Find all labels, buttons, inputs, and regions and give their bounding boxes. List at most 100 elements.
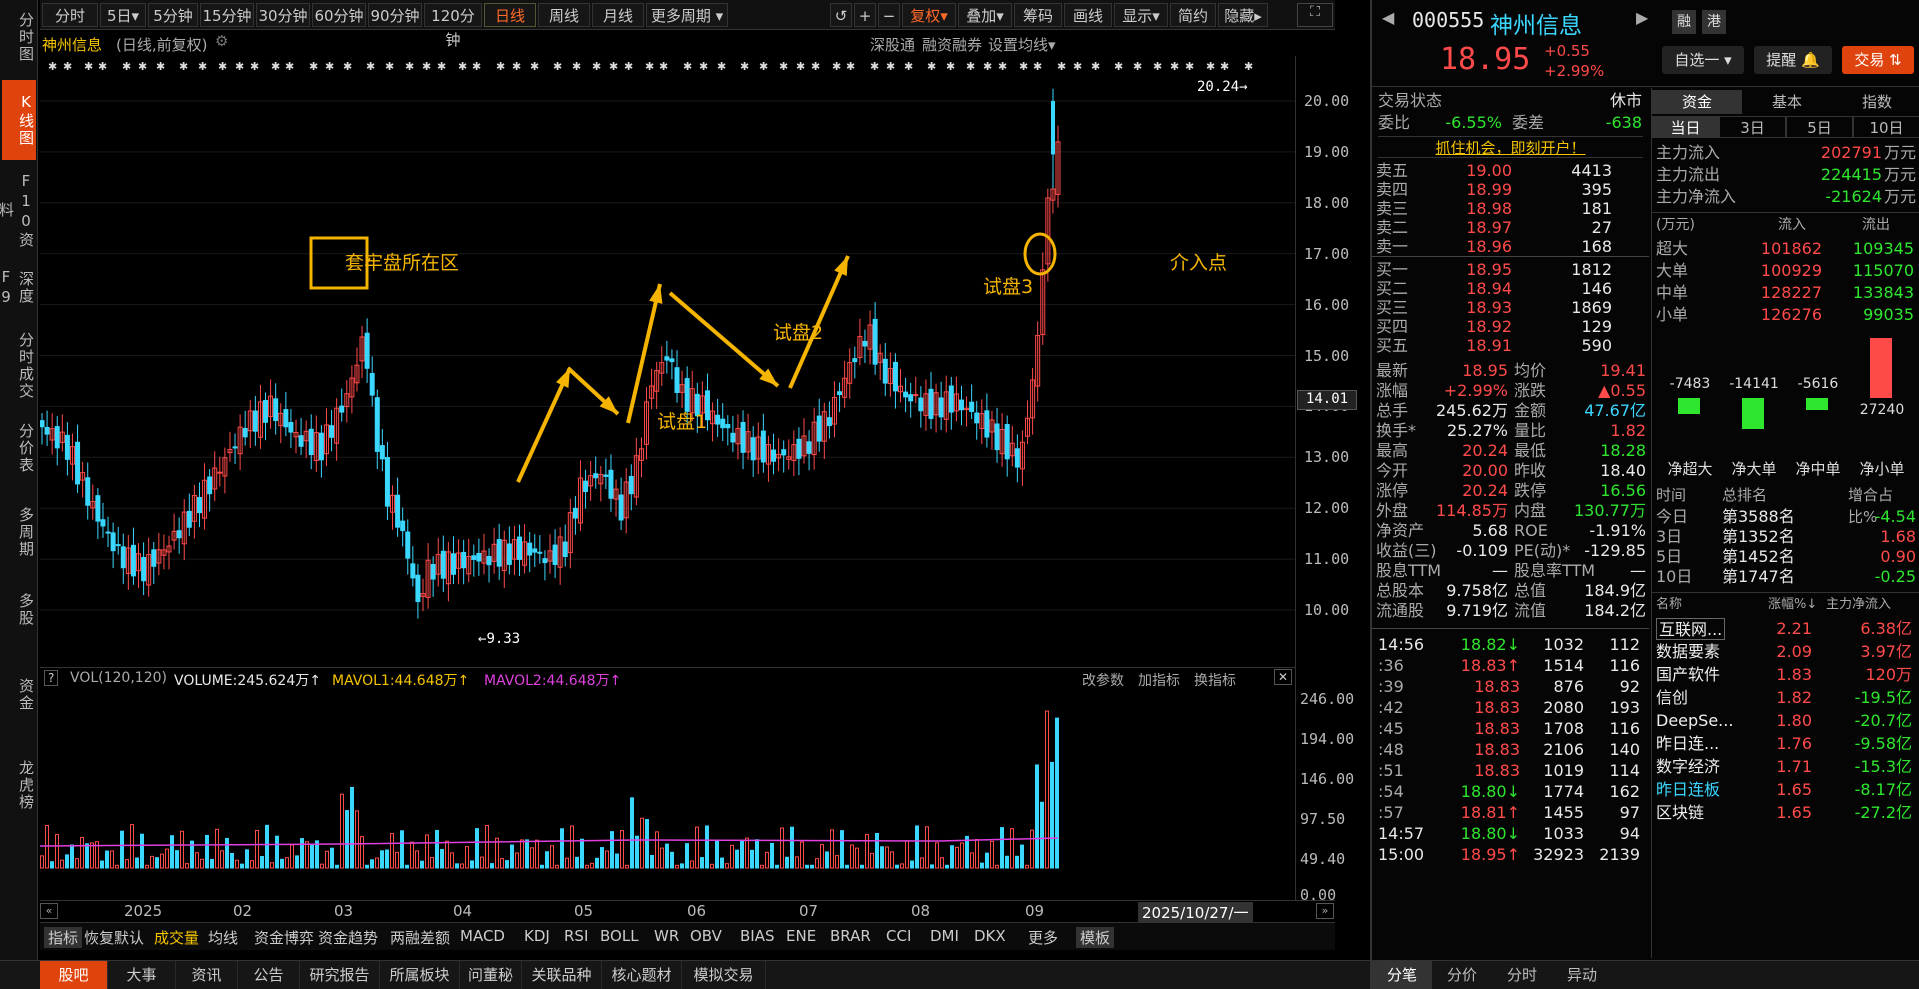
- tool-button-1[interactable]: 叠加▾: [958, 3, 1012, 27]
- period-tab-7[interactable]: 120分钟: [424, 3, 482, 49]
- sector-name[interactable]: 区块链: [1656, 802, 1704, 824]
- zoom-out-icon[interactable]: −: [878, 3, 900, 27]
- indicator-tab-12[interactable]: OBV: [690, 927, 722, 945]
- period-tab-8[interactable]: 日线: [484, 3, 536, 27]
- indicator-tab-18[interactable]: DKX: [974, 927, 1006, 945]
- left-nav-item-0[interactable]: 分时图: [2, 6, 36, 68]
- bottom-tab-3[interactable]: 公告: [238, 961, 300, 989]
- left-nav-item-4[interactable]: 分时成交: [2, 330, 36, 402]
- period-tab-11[interactable]: 更多周期 ▾: [646, 3, 728, 27]
- link-margin[interactable]: 融资融券: [922, 34, 982, 55]
- sector-name[interactable]: 国产软件: [1656, 664, 1720, 686]
- bottom-tab-5[interactable]: 所属板块: [380, 961, 460, 989]
- bottom-tab-9[interactable]: 模拟交易: [682, 961, 766, 989]
- bottom-tab-7[interactable]: 关联品种: [522, 961, 602, 989]
- left-nav-item-6[interactable]: 多周期: [2, 496, 36, 568]
- open-account-promo[interactable]: 抓住机会，即刻开户！: [1378, 136, 1643, 158]
- indicator-tab-4[interactable]: 资金博弈: [254, 927, 314, 948]
- indicator-tab-13[interactable]: BIAS: [740, 927, 775, 945]
- scroll-left-icon[interactable]: «: [40, 903, 58, 919]
- scroll-right-icon[interactable]: »: [1316, 903, 1334, 919]
- fullscreen-icon[interactable]: ⛶: [1297, 3, 1333, 27]
- right-bottom-tab-1[interactable]: 分价: [1432, 961, 1492, 989]
- trade-button[interactable]: 交易 ⇅: [1842, 46, 1914, 74]
- left-nav-item-7[interactable]: 多股: [2, 580, 36, 640]
- flow-period-1[interactable]: 3日: [1719, 116, 1786, 138]
- indicator-tab-14[interactable]: ENE: [786, 927, 816, 945]
- indicator-tab-2[interactable]: 成交量: [154, 927, 199, 948]
- sector-name[interactable]: 互联网...: [1656, 618, 1726, 640]
- sector-name[interactable]: 数字经济: [1656, 756, 1720, 778]
- ask-volume: 168: [1581, 237, 1612, 256]
- indicator-tab-17[interactable]: DMI: [930, 927, 959, 945]
- bottom-tab-0[interactable]: 股吧: [40, 961, 108, 989]
- bottom-tab-6[interactable]: 问董秘: [460, 961, 522, 989]
- zoom-in-icon[interactable]: +: [854, 3, 876, 27]
- left-nav-item-8[interactable]: 资金: [2, 660, 36, 730]
- period-tab-6[interactable]: 90分钟: [368, 3, 422, 27]
- period-tab-10[interactable]: 月线: [592, 3, 644, 27]
- period-tab-2[interactable]: 5分钟: [148, 3, 198, 27]
- alert-button[interactable]: 提醒 🔔: [1754, 46, 1832, 74]
- indicator-tab-20[interactable]: 模板: [1076, 927, 1115, 948]
- indicator-tab-15[interactable]: BRAR: [830, 927, 871, 945]
- indicator-tab-0[interactable]: 指标: [44, 927, 83, 948]
- next-stock-icon[interactable]: ▶: [1636, 8, 1648, 27]
- left-nav-item-9[interactable]: 龙虎榜: [2, 740, 36, 830]
- indicator-tab-8[interactable]: KDJ: [524, 927, 550, 945]
- right-bottom-tab-3[interactable]: 异动: [1552, 961, 1612, 989]
- indicator-tab-9[interactable]: RSI: [564, 927, 588, 945]
- bottom-tab-8[interactable]: 核心题材: [602, 961, 682, 989]
- indicator-tab-7[interactable]: MACD: [460, 927, 505, 945]
- tool-button-0[interactable]: 复权▾: [902, 3, 956, 27]
- period-tab-9[interactable]: 周线: [538, 3, 590, 27]
- settings-icon[interactable]: ⚙: [215, 32, 228, 50]
- tool-button-5[interactable]: 简约: [1170, 3, 1216, 27]
- right-tab-1[interactable]: 基本: [1742, 90, 1832, 114]
- indicator-tab-3[interactable]: 均线: [208, 927, 238, 948]
- period-tab-3[interactable]: 15分钟: [200, 3, 254, 27]
- indicator-tab-1[interactable]: 恢复默认: [84, 927, 144, 948]
- flow-period-2[interactable]: 5日: [1786, 116, 1853, 138]
- kline-chart[interactable]: ✱ ✱ ✱ ✱ ✱ ✱ ✱ ✱ ✱ ✱ ✱ ✱ ✱ ✱ ✱ ✱ ✱ ✱ ✱ ✱ ✱ ✱ ✱ ✱ ✱ ✱ ✱ ✱ ✱ ✱ ✱ ✱ ✱ ✱ ✱ ✱ ✱ ✱ ✱ ✱…: [40, 56, 1295, 668]
- indicator-tab-11[interactable]: WR: [654, 927, 679, 945]
- tool-button-6[interactable]: 隐藏▸: [1218, 3, 1268, 27]
- sector-name[interactable]: 昨日连...: [1656, 733, 1719, 755]
- right-tab-2[interactable]: 指数: [1832, 90, 1919, 114]
- bottom-tab-2[interactable]: 资讯: [176, 961, 238, 989]
- tool-button-4[interactable]: 显示▾: [1114, 3, 1168, 27]
- sector-name[interactable]: 信创: [1656, 687, 1688, 709]
- volume-bar: [305, 841, 309, 869]
- bottom-tab-1[interactable]: 大事: [108, 961, 176, 989]
- period-tab-1[interactable]: 5日▾: [100, 3, 146, 27]
- left-nav-item-2[interactable]: F10资料: [0, 170, 36, 250]
- left-nav-item-1[interactable]: K线图: [2, 80, 36, 160]
- tool-button-2[interactable]: 筹码: [1014, 3, 1062, 27]
- right-bottom-tab-0[interactable]: 分笔: [1372, 961, 1432, 989]
- sector-name[interactable]: 昨日连板: [1656, 779, 1720, 801]
- bottom-tab-4[interactable]: 研究报告: [300, 961, 380, 989]
- tool-button-3[interactable]: 画线: [1064, 3, 1112, 27]
- volume-chart[interactable]: [40, 670, 1295, 900]
- indicator-tab-5[interactable]: 资金趋势: [318, 927, 378, 948]
- right-tab-0[interactable]: 资金: [1652, 90, 1742, 114]
- indicator-tab-6[interactable]: 两融差额: [390, 927, 450, 948]
- indicator-tab-10[interactable]: BOLL: [600, 927, 639, 945]
- right-bottom-tab-2[interactable]: 分时: [1492, 961, 1552, 989]
- undo-icon[interactable]: ↺: [830, 3, 852, 27]
- indicator-tab-16[interactable]: CCI: [886, 927, 911, 945]
- sector-name[interactable]: 数据要素: [1656, 641, 1720, 663]
- flow-period-3[interactable]: 10日: [1853, 116, 1919, 138]
- left-nav-item-5[interactable]: 分价表: [2, 412, 36, 484]
- sector-name[interactable]: DeepSe...: [1656, 710, 1733, 732]
- prev-stock-icon[interactable]: ◀: [1382, 8, 1394, 27]
- link-ma-settings[interactable]: 设置均线▾: [988, 34, 1056, 55]
- flow-period-0[interactable]: 当日: [1652, 116, 1719, 138]
- link-hk-connect[interactable]: 深股通: [870, 34, 915, 55]
- period-tab-0[interactable]: 分时: [42, 3, 98, 27]
- period-tab-5[interactable]: 60分钟: [312, 3, 366, 27]
- left-nav-item-3[interactable]: 深度F9: [0, 256, 36, 320]
- watchlist-button[interactable]: 自选一 ▾: [1662, 46, 1744, 74]
- period-tab-4[interactable]: 30分钟: [256, 3, 310, 27]
- indicator-tab-19[interactable]: 更多: [1028, 927, 1058, 948]
